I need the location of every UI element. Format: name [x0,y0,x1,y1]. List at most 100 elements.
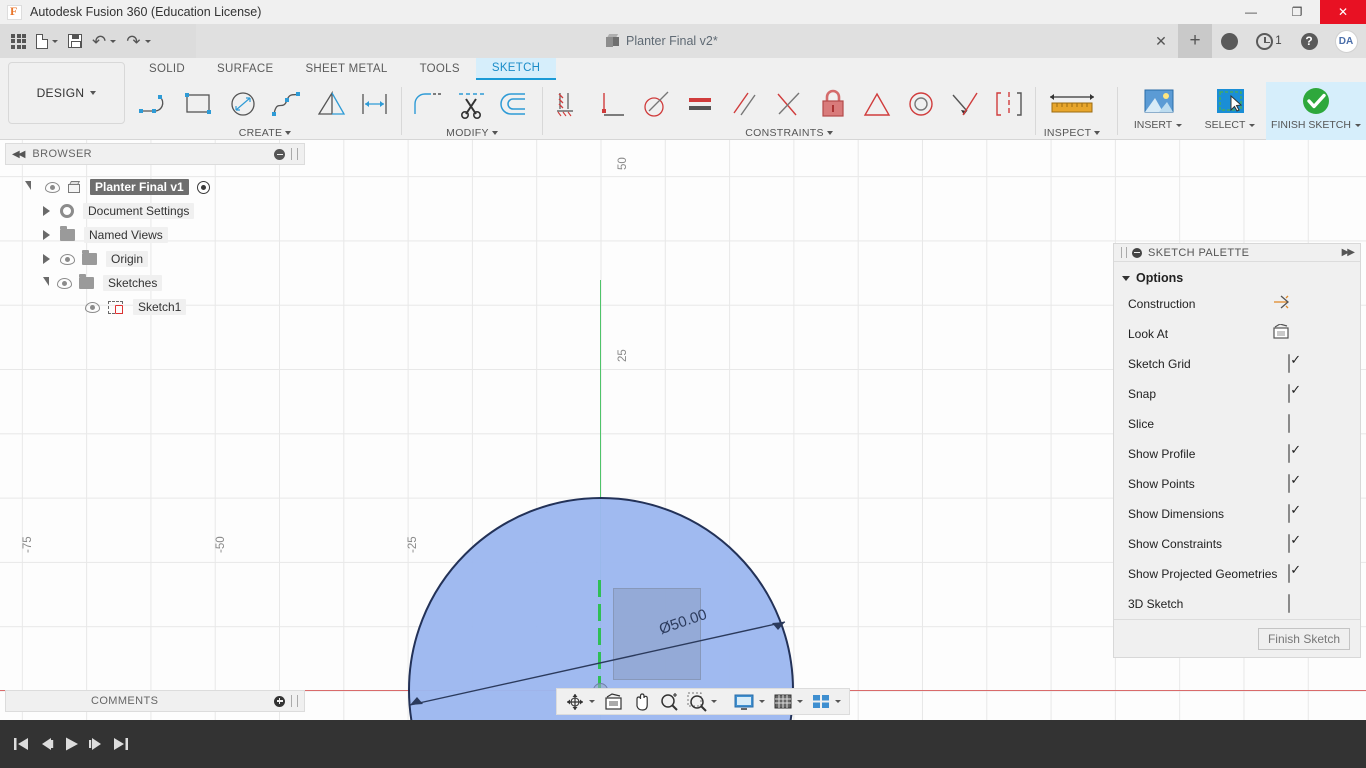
play-button[interactable] [58,720,83,768]
browser-item-origin[interactable]: Origin [5,247,305,271]
select-button[interactable]: SELECT [1194,82,1266,140]
tab-sheet-metal[interactable]: SHEET METAL [289,58,403,80]
job-status-clock-icon[interactable]: 1 [1246,24,1292,58]
zoom-button[interactable] [655,688,683,715]
snap-checkbox[interactable] [1288,384,1290,403]
minimize-button[interactable]: — [1228,0,1274,24]
undo-arrow-icon[interactable]: ↶ [87,24,121,58]
circle-icon[interactable] [221,82,265,126]
display-settings-button[interactable] [729,688,769,715]
polygon-icon[interactable] [309,82,353,126]
panel-inspect-label[interactable]: INSPECT [1040,126,1104,140]
viewports-button[interactable] [807,688,845,715]
palette-row-construction[interactable]: Construction [1114,289,1360,319]
fillet-icon[interactable] [406,82,450,126]
expander-closed-icon[interactable] [43,206,50,216]
slice-checkbox[interactable] [1288,414,1290,433]
add-comment-icon[interactable] [274,695,285,707]
collinear-icon[interactable] [943,82,987,126]
perpendicular-icon[interactable] [767,82,811,126]
comments-panel[interactable]: COMMENTS [5,690,305,712]
look-at-icon[interactable] [1272,323,1290,344]
close-tab-icon[interactable]: ✕ [1144,24,1178,58]
step-forward-button[interactable] [83,720,108,768]
visibility-eye-icon[interactable] [45,181,60,193]
browser-item-named-views[interactable]: Named Views [5,223,305,247]
collapse-left-icon[interactable]: ◀◀ [12,149,25,160]
coincident-icon[interactable] [591,82,635,126]
document-tab[interactable]: Planter Final v2* [596,24,728,58]
palette-row-show-points[interactable]: Show Points [1114,469,1360,499]
palette-row-show-profile[interactable]: Show Profile [1114,439,1360,469]
close-button[interactable]: ✕ [1320,0,1366,24]
insert-button[interactable]: INSERT [1122,82,1194,140]
equal-icon[interactable] [679,82,723,126]
show-dimensions-checkbox[interactable] [1288,504,1290,523]
minimize-circle-icon[interactable] [1132,247,1142,258]
parallel-icon[interactable] [723,82,767,126]
activate-radio-icon[interactable] [196,180,210,194]
palette-row-look-at[interactable]: Look At [1114,319,1360,349]
spline-icon[interactable] [265,82,309,126]
panel-modify-label[interactable]: MODIFY [406,126,538,140]
grid-settings-button[interactable] [769,688,807,715]
help-icon[interactable]: ? [1292,24,1326,58]
palette-row-snap[interactable]: Snap [1114,379,1360,409]
expander-open-icon[interactable] [25,180,31,190]
palette-row-show-dimensions[interactable]: Show Dimensions [1114,499,1360,529]
zoom-window-button[interactable] [683,688,721,715]
panel-grip[interactable] [291,148,298,160]
expand-right-icon[interactable]: ▶▶ [1342,247,1355,258]
offset-icon[interactable] [494,82,538,126]
tab-surface[interactable]: SURFACE [201,58,289,80]
browser-item-document-settings[interactable]: Document Settings [5,199,305,223]
browser-item-planter-final-v1[interactable]: Planter Final v1 [5,175,305,199]
trim-scissors-icon[interactable] [450,82,494,126]
tab-sketch[interactable]: SKETCH [475,58,557,80]
redo-arrow-icon[interactable]: ↷ [121,24,155,58]
3d-sketch-checkbox[interactable] [1288,594,1290,613]
panel-create-label[interactable]: CREATE [133,126,397,140]
workspace-switcher-button[interactable]: DESIGN [8,62,125,124]
measure-ruler-icon[interactable] [1040,82,1104,126]
data-panel-icon[interactable] [1212,24,1246,58]
app-grid-icon[interactable] [6,24,31,58]
dimension-icon[interactable] [353,82,397,126]
tab-tools[interactable]: TOOLS [404,58,476,80]
expander-open-icon[interactable] [43,276,49,286]
rectangle-icon[interactable] [177,82,221,126]
browser-item-sketch1[interactable]: Sketch1 [5,295,305,319]
finish-sketch-button[interactable]: FINISH SKETCH [1266,82,1366,140]
show-projected-geometries-checkbox[interactable] [1288,564,1290,583]
sketch-grid-checkbox[interactable] [1288,354,1290,373]
panel-grip[interactable] [291,695,298,707]
construction-icon[interactable] [1272,295,1290,314]
add-tab-icon[interactable]: + [1178,24,1212,58]
visibility-eye-icon[interactable] [85,301,100,313]
options-section-header[interactable]: Options [1114,262,1360,289]
expander-closed-icon[interactable] [43,254,50,264]
palette-row-show-projected-geometries[interactable]: Show Projected Geometries [1114,559,1360,589]
horizontal-vertical-icon[interactable] [547,82,591,126]
look-at-nav-button[interactable] [599,688,627,715]
save-icon[interactable] [63,24,87,58]
palette-row-3d-sketch[interactable]: 3D Sketch [1114,589,1360,619]
palette-row-show-constraints[interactable]: Show Constraints [1114,529,1360,559]
line-icon[interactable] [133,82,177,126]
orbit-button[interactable] [561,688,599,715]
fix-lock-icon[interactable] [811,82,855,126]
expander-closed-icon[interactable] [43,230,50,240]
concentric-icon[interactable] [899,82,943,126]
midpoint-icon[interactable] [855,82,899,126]
new-document-icon[interactable] [31,24,63,58]
palette-row-sketch-grid[interactable]: Sketch Grid [1114,349,1360,379]
visibility-eye-icon[interactable] [57,277,72,289]
minimize-circle-icon[interactable] [274,148,285,160]
palette-row-slice[interactable]: Slice [1114,409,1360,439]
visibility-eye-icon[interactable] [60,253,75,265]
go-to-beginning-button[interactable] [8,720,33,768]
show-constraints-checkbox[interactable] [1288,534,1290,553]
palette-grip[interactable] [1121,247,1127,258]
show-profile-checkbox[interactable] [1288,444,1290,463]
avatar[interactable]: DA [1326,24,1366,58]
